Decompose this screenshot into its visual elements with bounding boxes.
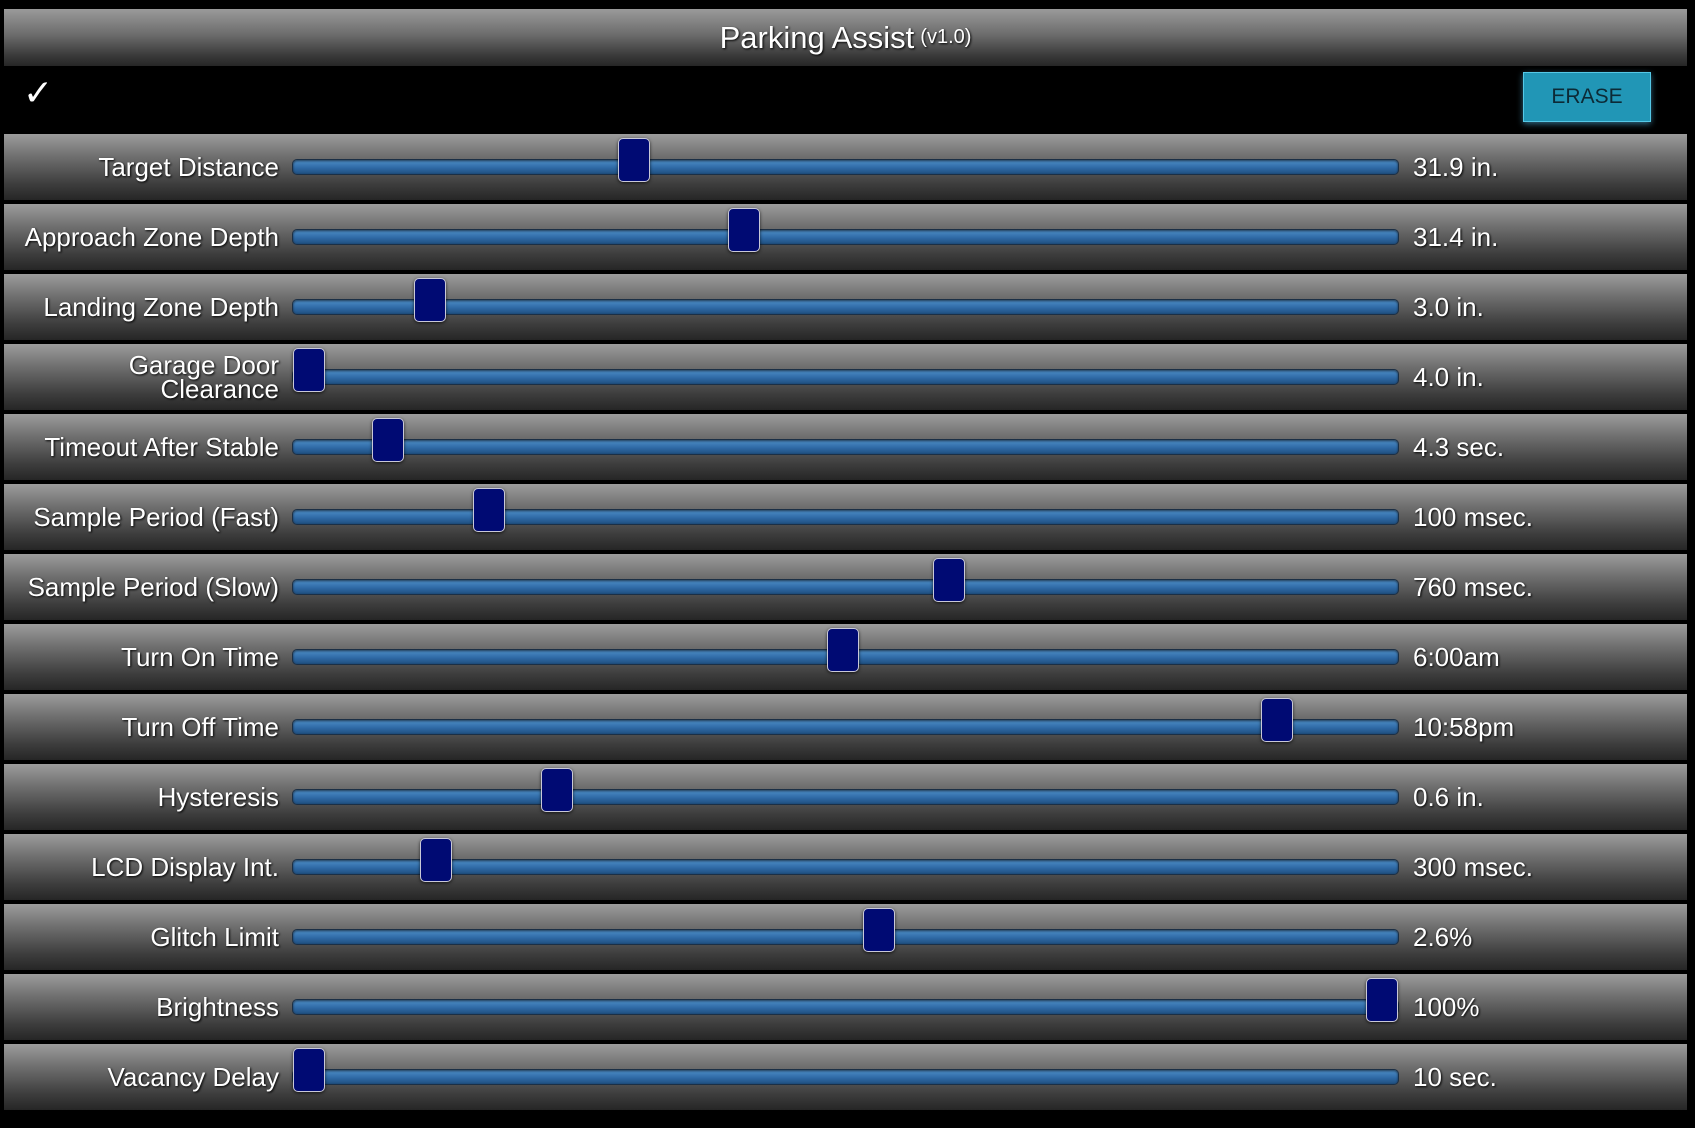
- slider-row-sample-period-slow: Sample Period (Slow) 760 msec.: [4, 554, 1687, 620]
- slider-thumb[interactable]: [932, 558, 965, 602]
- slider-row-garage-door-clearance: Garage Door Clearance 4.0 in.: [4, 344, 1687, 410]
- slider-track[interactable]: [293, 558, 1398, 602]
- slider-thumb[interactable]: [618, 138, 651, 182]
- page-title: Parking Assist: [719, 19, 915, 55]
- slider-value: 300 msec.: [1413, 851, 1533, 882]
- slider-row-target-distance: Target Distance 31.9 in.: [4, 134, 1687, 200]
- settings-list: Target Distance 31.9 in. Approach Zone D…: [4, 134, 1687, 1114]
- slider-thumb[interactable]: [540, 768, 573, 812]
- slider-thumb[interactable]: [293, 348, 325, 392]
- slider-label: Turn On Time: [121, 642, 279, 672]
- slider-row-vacancy-delay: Vacancy Delay 10 sec.: [4, 1044, 1687, 1110]
- slider-label: Target Distance: [98, 152, 279, 182]
- slider-track[interactable]: [293, 628, 1398, 672]
- slider-value: 0.6 in.: [1413, 781, 1484, 812]
- slider-track[interactable]: [293, 418, 1398, 462]
- slider-value: 3.0 in.: [1413, 291, 1484, 322]
- slider-row-sample-period-fast: Sample Period (Fast) 100 msec.: [4, 484, 1687, 550]
- slider-value: 4.3 sec.: [1413, 431, 1505, 462]
- slider-row-turn-on-time: Turn On Time 6:00am: [4, 624, 1687, 690]
- slider-row-brightness: Brightness 100%: [4, 974, 1687, 1040]
- slider-thumb[interactable]: [827, 628, 860, 672]
- slider-row-timeout-after-stable: Timeout After Stable 4.3 sec.: [4, 414, 1687, 480]
- slider-track[interactable]: [293, 698, 1398, 742]
- slider-row-glitch-limit: Glitch Limit 2.6%: [4, 904, 1687, 970]
- slider-track[interactable]: [293, 138, 1398, 182]
- slider-thumb[interactable]: [473, 488, 506, 532]
- slider-value: 10:58pm: [1413, 711, 1515, 742]
- slider-label: Sample Period (Slow): [27, 572, 279, 602]
- slider-thumb[interactable]: [727, 208, 760, 252]
- slider-label: Vacancy Delay: [107, 1062, 280, 1092]
- slider-track[interactable]: [293, 488, 1398, 532]
- slider-track[interactable]: [293, 768, 1398, 812]
- slider-track[interactable]: [293, 278, 1398, 322]
- slider-label: Approach Zone Depth: [24, 222, 279, 252]
- toolbar: ✓ ERASE: [4, 66, 1687, 134]
- slider-row-turn-off-time: Turn Off Time 10:58pm: [4, 694, 1687, 760]
- slider-value: 31.4 in.: [1413, 221, 1499, 252]
- slider-track[interactable]: [293, 908, 1398, 952]
- slider-value: 10 sec.: [1413, 1061, 1497, 1092]
- slider-label: Hysteresis: [157, 782, 279, 812]
- slider-label: Sample Period (Fast): [33, 502, 279, 532]
- slider-label: Brightness: [156, 992, 279, 1022]
- slider-label: Garage Door Clearance: [128, 350, 279, 404]
- erase-button[interactable]: ERASE: [1523, 72, 1651, 122]
- slider-thumb[interactable]: [1366, 978, 1398, 1022]
- slider-thumb[interactable]: [862, 908, 895, 952]
- slider-row-approach-zone-depth: Approach Zone Depth 31.4 in.: [4, 204, 1687, 270]
- slider-track[interactable]: [293, 978, 1398, 1022]
- parking-assist-app: Parking Assist (v1.0) ✓ ERASE Target Dis…: [0, 0, 1695, 1128]
- version-label: (v1.0): [920, 26, 972, 48]
- slider-value: 31.9 in.: [1413, 151, 1499, 182]
- header-bar: Parking Assist (v1.0): [4, 9, 1687, 66]
- slider-value: 4.0 in.: [1413, 361, 1484, 392]
- slider-label: Turn Off Time: [121, 712, 280, 742]
- slider-track[interactable]: [293, 838, 1398, 882]
- slider-thumb[interactable]: [293, 1048, 325, 1092]
- slider-label: LCD Display Int.: [91, 852, 279, 882]
- slider-value: 100 msec.: [1413, 501, 1533, 532]
- slider-label: Glitch Limit: [150, 922, 279, 952]
- slider-thumb[interactable]: [414, 278, 447, 322]
- slider-label: Timeout After Stable: [44, 432, 279, 462]
- slider-value: 100%: [1413, 991, 1480, 1022]
- slider-thumb[interactable]: [419, 838, 452, 882]
- slider-value: 760 msec.: [1413, 571, 1533, 602]
- checkmark-icon: ✓: [23, 73, 54, 114]
- slider-thumb[interactable]: [372, 418, 405, 462]
- slider-row-landing-zone-depth: Landing Zone Depth 3.0 in.: [4, 274, 1687, 340]
- slider-track[interactable]: [293, 348, 1398, 392]
- slider-value: 6:00am: [1413, 641, 1500, 672]
- slider-row-lcd-display-int: LCD Display Int. 300 msec.: [4, 834, 1687, 900]
- slider-track[interactable]: [293, 1048, 1398, 1092]
- slider-label: Landing Zone Depth: [43, 292, 279, 322]
- slider-track[interactable]: [293, 208, 1398, 252]
- slider-row-hysteresis: Hysteresis 0.6 in.: [4, 764, 1687, 830]
- slider-value: 2.6%: [1413, 921, 1473, 952]
- slider-thumb[interactable]: [1260, 698, 1293, 742]
